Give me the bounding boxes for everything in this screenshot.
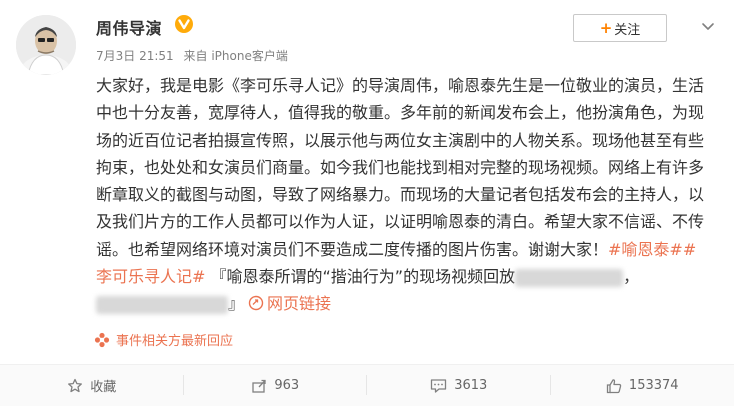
thumbs-up-icon [606, 378, 622, 393]
repost-count: 963 [274, 378, 300, 393]
link-icon[interactable] [248, 295, 264, 311]
avatar[interactable] [16, 15, 76, 75]
comma-sep: ， [623, 267, 640, 287]
favorite-button[interactable]: 收藏 [0, 365, 184, 406]
repost-button[interactable]: 963 [184, 365, 367, 406]
post-source: 来自 iPhone客户端 [183, 49, 288, 63]
plus-icon: + [599, 19, 613, 37]
like-count: 153374 [628, 378, 679, 393]
event-label: 事件相关方最新回应 [116, 334, 234, 349]
verified-v-icon [175, 15, 193, 33]
follow-button[interactable]: + 关注 [573, 14, 667, 42]
like-button[interactable]: 153374 [551, 365, 734, 406]
redacted-text [96, 295, 228, 314]
post-content: 大家好，我是电影《李可乐寻人记》的导演周伟，喻恩泰先生是一位敬业的演员，生活中也… [96, 72, 704, 318]
comment-count: 3613 [454, 378, 488, 393]
user-name[interactable]: 周伟导演 [96, 15, 162, 39]
hashtag-link[interactable]: #喻恩泰# [608, 240, 683, 259]
comment-icon [431, 378, 447, 393]
web-link[interactable]: 网页链接 [267, 294, 331, 313]
action-bar: 收藏 963 3613 153374 [0, 364, 734, 406]
favorite-label: 收藏 [90, 380, 117, 395]
post-time[interactable]: 7月3日 21:51 [96, 49, 174, 63]
event-response-link[interactable]: 事件相关方最新回应 [94, 330, 233, 349]
redacted-text [515, 268, 624, 287]
star-icon [68, 378, 83, 392]
flower-icon [94, 332, 110, 347]
weibo-post-card: 周伟导演 7月3日 21:51 来自 iPhone客户端 + 关注 大家好，我是… [0, 0, 734, 406]
chevron-down-icon[interactable] [700, 18, 716, 34]
quote-close: 』 [228, 294, 245, 314]
post-text: 大家好，我是电影《李可乐寻人记》的导演周伟，喻恩泰先生是一位敬业的演员，生活中也… [96, 76, 705, 259]
quoted-title: 『喻恩泰所谓的“揩油行为”的现场视频回放 [210, 267, 516, 287]
comment-button[interactable]: 3613 [367, 365, 551, 406]
avatar-image [16, 15, 76, 75]
post-meta: 7月3日 21:51 来自 iPhone客户端 [96, 47, 294, 64]
follow-label: 关注 [614, 22, 641, 38]
repost-icon [252, 379, 266, 393]
